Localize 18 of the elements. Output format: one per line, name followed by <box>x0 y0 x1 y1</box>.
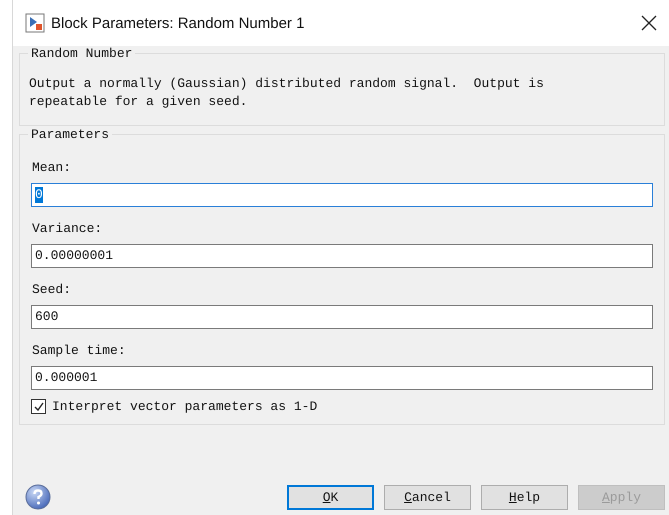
dialog-button[interactable]: Cancel <box>384 484 471 510</box>
dialog-button[interactable]: Help <box>481 484 568 510</box>
input-field[interactable]: 0 <box>31 183 653 207</box>
field-label: Sample time: <box>32 343 127 359</box>
checkbox[interactable] <box>31 399 46 414</box>
field-label: Mean: <box>32 160 72 176</box>
dialog-button[interactable]: OK <box>287 484 374 510</box>
input-field[interactable]: 0.000001 <box>31 366 653 390</box>
input-field[interactable]: 0.00000001 <box>31 244 653 268</box>
block-icon <box>25 13 45 33</box>
field-label: Seed: <box>32 282 72 298</box>
close-icon[interactable] <box>641 15 657 31</box>
help-icon[interactable] <box>25 484 51 510</box>
checkbox-label: Interpret vector parameters as 1-D <box>52 399 318 414</box>
window-title: Block Parameters: Random Number 1 <box>51 14 306 32</box>
field-label: Variance: <box>32 221 104 237</box>
description-text: Output a normally (Gaussian) distributed random signal. Output is repeatable for a given seed. <box>29 75 545 111</box>
input-field[interactable]: 600 <box>31 305 653 329</box>
